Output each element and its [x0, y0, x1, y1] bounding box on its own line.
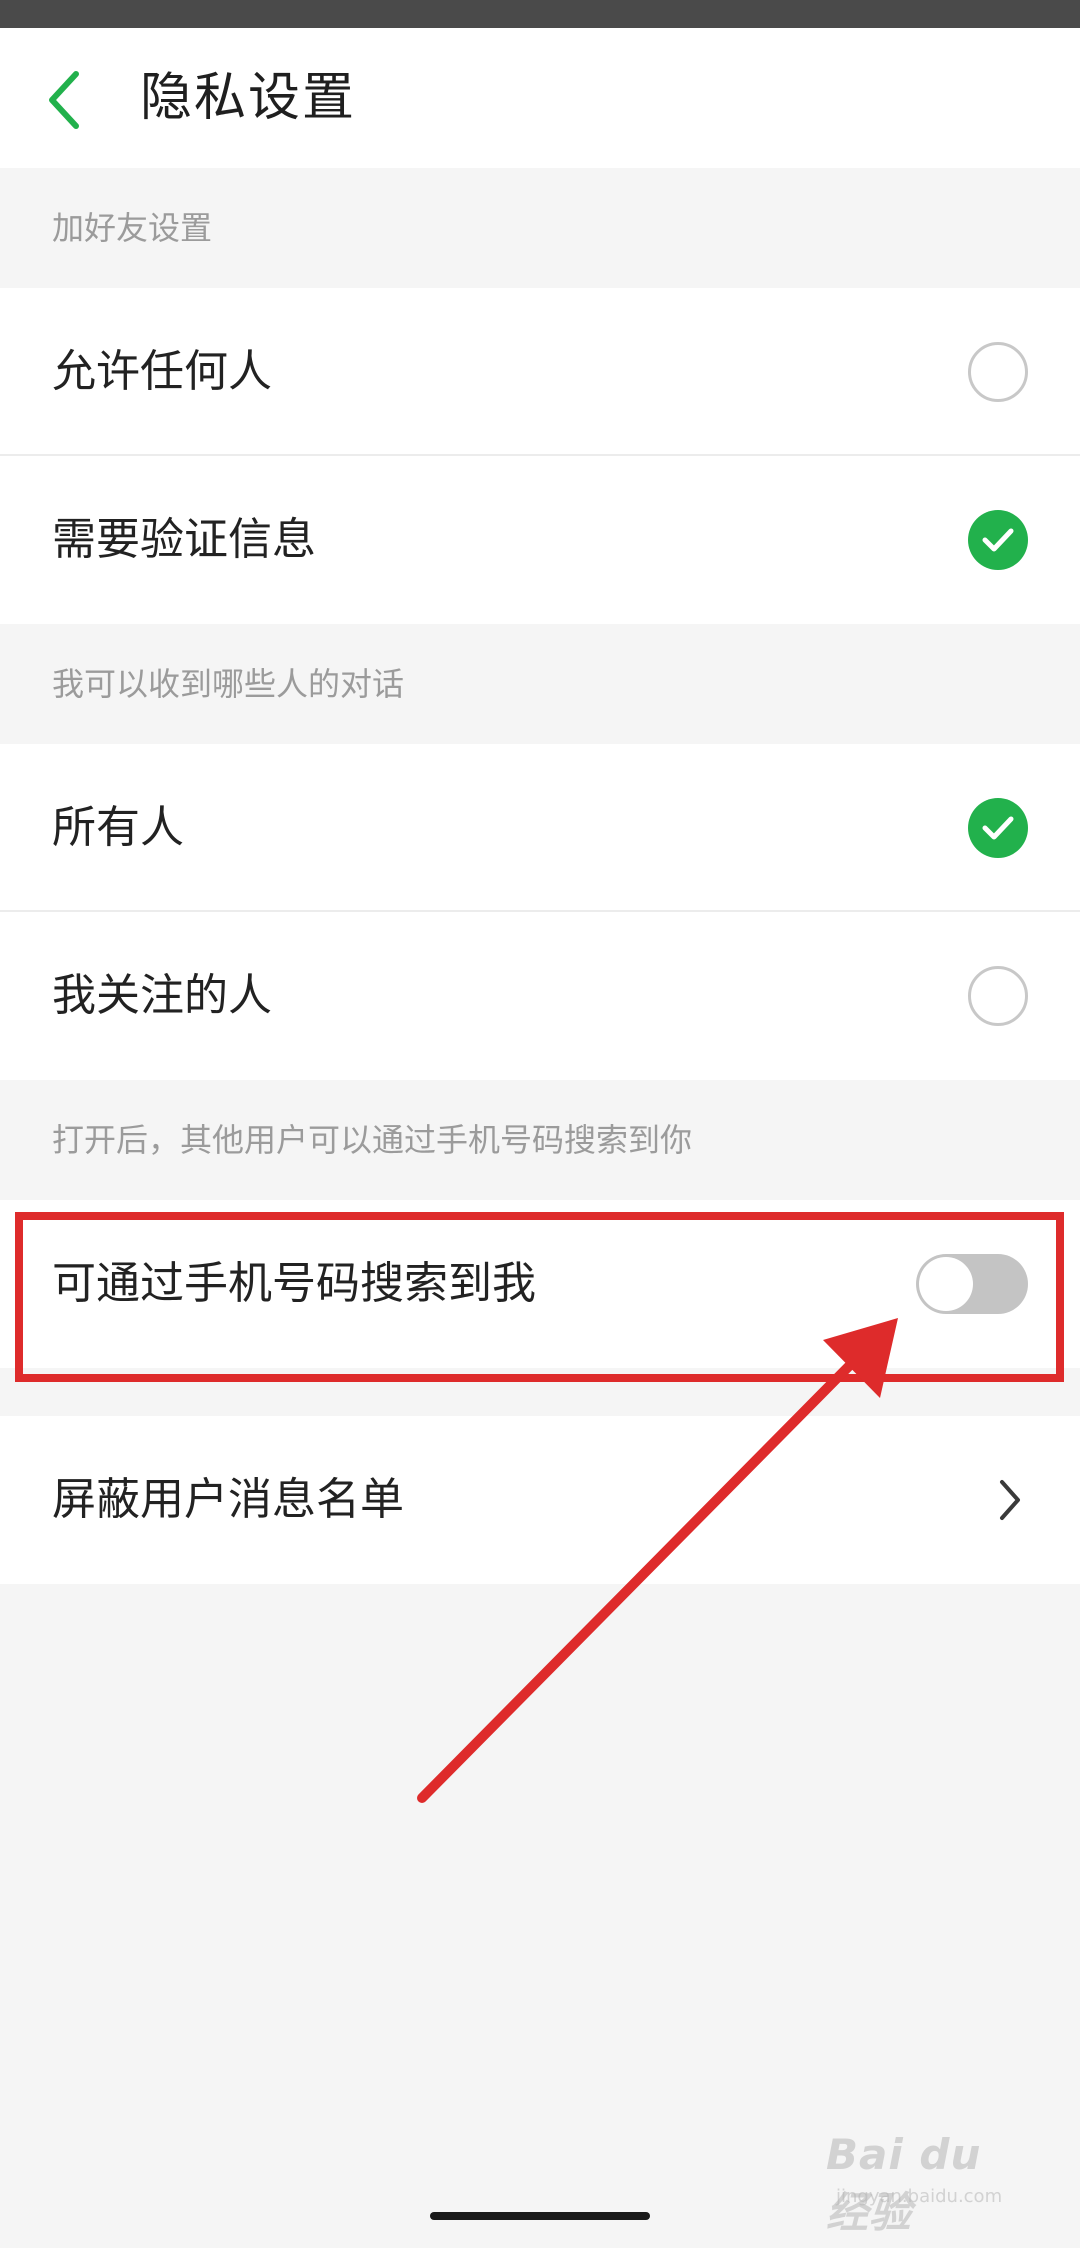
home-indicator[interactable]: [430, 2212, 650, 2220]
watermark-url: jingyan.baidu.com: [836, 2186, 1003, 2207]
annotation-arrow-icon: [417, 1318, 898, 1803]
watermark-logo: Bai du 经验: [826, 2130, 982, 2237]
baidu-watermark: Bai du 经验 jingyan.baidu.com: [826, 2130, 1026, 2237]
